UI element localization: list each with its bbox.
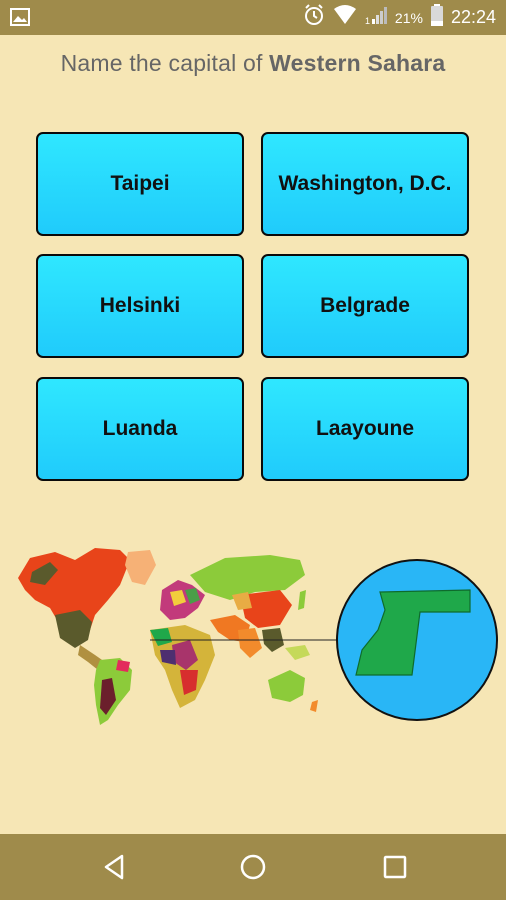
answer-button-belgrade[interactable]: Belgrade	[261, 254, 469, 358]
clock: 22:24	[450, 7, 496, 27]
answer-button-luanda[interactable]: Luanda	[36, 377, 244, 481]
alarm-icon	[303, 4, 325, 31]
back-icon[interactable]	[100, 852, 130, 882]
answer-grid: Taipei Washington, D.C. Helsinki Belgrad…	[36, 132, 472, 484]
status-bar: 1 21% 22:24	[0, 0, 506, 35]
image-icon	[10, 8, 30, 31]
answer-button-washington[interactable]: Washington, D.C.	[261, 132, 469, 236]
svg-text:1: 1	[365, 16, 370, 25]
question-text: Name the capital of Western Sahara	[0, 50, 506, 77]
battery-icon	[430, 4, 443, 31]
battery-percent: 21%	[394, 9, 423, 26]
world-map	[0, 530, 506, 730]
recents-icon[interactable]	[380, 852, 410, 882]
answer-button-taipei[interactable]: Taipei	[36, 132, 244, 236]
cell-signal-icon: 1	[365, 5, 387, 30]
world-map-icon	[18, 548, 498, 725]
country-name: Western Sahara	[269, 50, 446, 76]
question-prefix: Name the capital of	[60, 50, 270, 76]
home-icon[interactable]	[238, 852, 268, 882]
answer-button-helsinki[interactable]: Helsinki	[36, 254, 244, 358]
navigation-bar	[0, 834, 506, 900]
wifi-icon	[333, 5, 357, 30]
answer-button-laayoune[interactable]: Laayoune	[261, 377, 469, 481]
